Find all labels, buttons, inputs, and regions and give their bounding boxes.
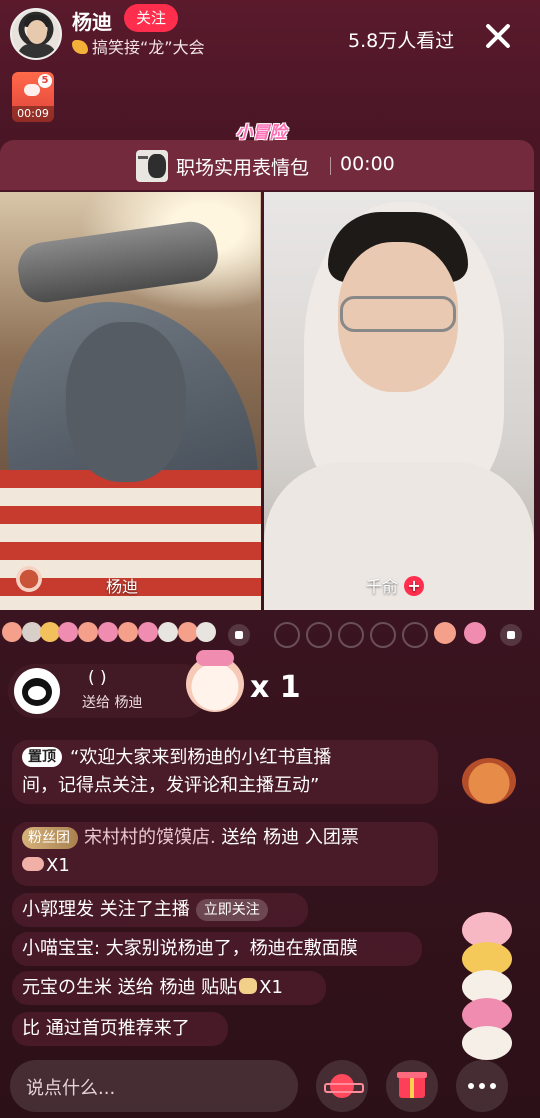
divider xyxy=(330,157,331,175)
more-icon xyxy=(468,1083,496,1089)
chat-user: 小喵宝宝: xyxy=(22,938,101,959)
empty-slot xyxy=(370,622,396,648)
video-pane-guest[interactable] xyxy=(264,192,534,610)
host-face xyxy=(66,322,186,482)
lock-icon[interactable] xyxy=(500,624,522,646)
comment-placeholder: 说点什么... xyxy=(26,1078,116,1099)
red-packet-card[interactable]: 5 00:09 xyxy=(12,72,54,122)
video-pane-host[interactable] xyxy=(0,192,261,610)
sparkle-icon xyxy=(72,40,88,54)
fan-line-2: X1 xyxy=(46,855,70,876)
topic-bar: 职场实用表情包 00:00 xyxy=(0,140,534,190)
clap-icon xyxy=(239,978,258,994)
pinned-line-1: “欢迎大家来到杨迪的小红书直播 xyxy=(70,747,332,768)
chat-text: 大家别说杨迪了，杨迪在敷面膜 xyxy=(100,938,358,959)
empty-slot xyxy=(306,622,332,648)
gift-button[interactable] xyxy=(386,1060,438,1112)
host-avatar[interactable] xyxy=(10,8,62,60)
follow-message[interactable]: 小郭理发 关注了主播 立即关注 xyxy=(12,893,308,927)
red-packet-icon xyxy=(24,84,40,96)
red-packet-timer: 00:09 xyxy=(12,106,54,122)
topic-title: 职场实用表情包 xyxy=(176,157,310,179)
emoji-icon xyxy=(58,622,78,642)
gift-recipient: 送给 杨迪 xyxy=(82,695,143,711)
emoji-icon xyxy=(78,622,98,642)
fan-user: 宋村村的馍馍店. xyxy=(84,827,216,848)
entry-message[interactable]: 比 通过首页推荐来了 xyxy=(12,1012,228,1046)
viewer-count[interactable]: 5.8万人看过 xyxy=(348,26,454,53)
host-subtitle: 搞笑接“龙”大会 xyxy=(72,34,205,58)
topic-thumbnail xyxy=(136,150,168,182)
add-guest-button[interactable]: + xyxy=(404,576,425,596)
comment-input[interactable]: 说点什么... xyxy=(10,1060,298,1112)
lock-icon[interactable] xyxy=(228,624,250,646)
follow-text: 关注了主播 xyxy=(94,899,190,920)
emoji-icon xyxy=(118,622,138,642)
emoji-icon xyxy=(196,622,216,642)
chat-text: 通过首页推荐来了 xyxy=(40,1018,190,1039)
emoji-icon xyxy=(22,622,42,642)
ticket-icon xyxy=(22,857,44,871)
planet-icon xyxy=(324,1074,364,1098)
dragon-gift-icon xyxy=(186,650,244,712)
empty-slot xyxy=(274,622,300,648)
reaction-strip xyxy=(0,618,540,652)
emoji-icon xyxy=(158,622,178,642)
pinned-tag: 置顶 xyxy=(22,747,62,767)
dragon-mascot-icon[interactable] xyxy=(462,758,516,804)
stacked-toy-icon[interactable] xyxy=(458,912,516,1060)
emoji-icon xyxy=(434,622,456,644)
pinned-message[interactable]: 置顶 “欢迎大家来到杨迪的小红书直播 间，记得点关注，发评论和主播互动” xyxy=(12,740,438,804)
follow-user: 小郭理发 xyxy=(22,899,94,920)
gift-icon xyxy=(397,1072,427,1098)
chat-user: 比 xyxy=(22,1018,40,1039)
fan-club-tag: 粉丝团 xyxy=(22,827,78,849)
host-subtitle-text: 搞笑接“龙”大会 xyxy=(92,38,205,57)
emoji-icon xyxy=(464,622,486,644)
close-icon[interactable] xyxy=(484,22,512,50)
emoji-icon xyxy=(178,622,198,642)
glasses xyxy=(340,296,456,332)
empty-slot xyxy=(402,622,428,648)
chat-message[interactable]: 小喵宝宝: 大家别说杨迪了，杨迪在敷面膜 xyxy=(12,932,422,966)
pane-name-left: 杨迪 xyxy=(106,577,139,596)
top-bar: 杨迪 关注 搞笑接“龙”大会 5.8万人看过 xyxy=(0,0,540,70)
follow-button[interactable]: 关注 xyxy=(124,4,179,32)
gift-notification: ( ) 送给 杨迪 xyxy=(8,664,208,718)
host-name[interactable]: 杨迪 xyxy=(72,6,112,35)
follow-now-button[interactable]: 立即关注 xyxy=(195,899,268,921)
more-button[interactable] xyxy=(456,1060,508,1112)
emoji-icon xyxy=(98,622,118,642)
gift-sender: ( ) xyxy=(88,668,107,688)
fan-line-1: 送给 杨迪 入团票 xyxy=(215,827,359,848)
sender-avatar[interactable] xyxy=(14,668,60,714)
planet-button[interactable] xyxy=(316,1060,368,1112)
dragon-badge-icon xyxy=(16,566,42,592)
fan-club-message[interactable]: 粉丝团 宋村村的馍馍店. 送给 杨迪 入团票 X1 xyxy=(12,822,438,886)
empty-slot xyxy=(338,622,364,648)
gift-count: X1 xyxy=(259,977,283,998)
red-packet-count: 5 xyxy=(38,74,52,88)
topic-timer: 00:00 xyxy=(340,153,395,175)
gift-multiplier: x 1 xyxy=(250,670,301,705)
pinned-line-2: 间，记得点关注，发评论和主播互动” xyxy=(22,775,320,796)
emoji-icon xyxy=(2,622,22,642)
emoji-icon xyxy=(40,622,60,642)
chat-user: 元宝の生米 xyxy=(22,977,112,998)
gift-message[interactable]: 元宝の生米 送给 杨迪 贴贴 X1 xyxy=(12,971,326,1005)
chat-text: 送给 杨迪 贴贴 xyxy=(112,977,238,998)
guest-name: 千俞 xyxy=(366,577,399,596)
pane-name-right: 千俞 + xyxy=(366,573,425,597)
emoji-icon xyxy=(138,622,158,642)
